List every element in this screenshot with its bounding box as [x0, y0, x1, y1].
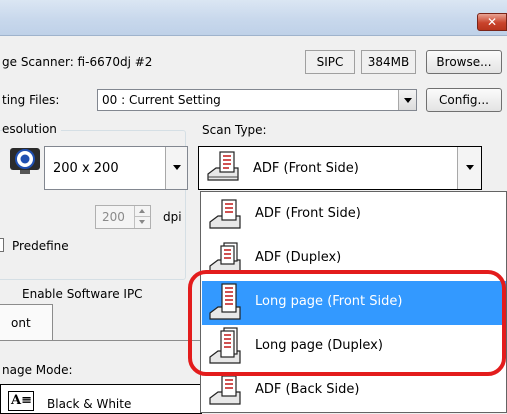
resolution-value: 200 x 200 — [53, 161, 119, 176]
resolution-arrow[interactable] — [165, 147, 187, 189]
image-mode-value: Black & White — [47, 397, 132, 411]
scan-type-option-adf-front[interactable]: ADF (Front Side) — [202, 193, 506, 237]
spin-down-button[interactable] — [134, 217, 150, 228]
scan-type-selected: ADF (Front Side) — [253, 161, 359, 176]
config-button[interactable]: Config... — [426, 88, 502, 112]
scan-type-option-adf-duplex[interactable]: ADF (Duplex) — [202, 237, 506, 281]
software-ipc-label: Enable Software IPC — [22, 287, 143, 301]
scanner-icon — [208, 242, 242, 279]
custom-dpi-value: 200 — [102, 210, 125, 224]
option-label: ADF (Duplex) — [255, 250, 342, 265]
sipc-indicator: SIPC — [305, 50, 355, 74]
setting-files-value: 00 : Current Setting — [102, 93, 221, 107]
option-label: Long page (Duplex) — [255, 338, 383, 353]
spin-up-button[interactable] — [134, 206, 150, 217]
setting-files-label: ting Files: — [2, 93, 60, 107]
scan-type-label: Scan Type: — [202, 123, 267, 137]
scan-type-option-long-duplex[interactable]: Long page (Duplex) — [202, 325, 506, 369]
title-bar: ✕ — [0, 0, 507, 36]
dpi-unit-label: dpi — [163, 210, 182, 224]
tab-divider — [0, 340, 202, 341]
scanner-icon — [206, 150, 240, 187]
option-label: ADF (Front Side) — [255, 206, 361, 221]
scan-type-arrow[interactable] — [457, 147, 481, 189]
predefine-radio[interactable] — [0, 238, 4, 252]
tab-front[interactable]: ont — [0, 304, 53, 340]
dropdown-arrow-icon — [173, 165, 181, 170]
setting-files-arrow[interactable] — [398, 90, 416, 110]
scanner-icon — [208, 283, 242, 326]
option-label: ADF (Back Side) — [255, 382, 360, 397]
black-white-icon: A≡ — [8, 391, 34, 411]
scanner-icon — [208, 374, 242, 411]
dropdown-arrow-icon — [466, 165, 474, 170]
resolution-group-label: esolution — [2, 122, 61, 136]
scan-type-option-long-front[interactable]: Long page (Front Side) — [202, 281, 506, 325]
spin-up-icon — [139, 209, 145, 213]
tab-front-label: ont — [11, 316, 31, 330]
browse-button[interactable]: Browse... — [426, 50, 502, 74]
scan-type-option-adf-back[interactable]: ADF (Back Side) — [202, 369, 506, 413]
monitor-icon — [6, 146, 44, 176]
custom-dpi-spinner[interactable]: 200 — [95, 205, 151, 229]
scanner-label: ge Scanner: fi-6670dj #2 — [2, 55, 153, 69]
scan-type-select[interactable]: ADF (Front Side) — [198, 146, 482, 190]
predefine-label: Predefine — [12, 239, 69, 253]
scanner-icon — [208, 327, 242, 370]
close-button[interactable]: ✕ — [477, 13, 507, 31]
spin-down-icon — [139, 220, 145, 224]
image-mode-select[interactable]: A≡ Black & White — [0, 384, 202, 414]
option-label: Long page (Front Side) — [255, 294, 403, 309]
close-icon: ✕ — [486, 15, 498, 29]
setting-files-select[interactable]: 00 : Current Setting — [97, 89, 417, 111]
dropdown-arrow-icon — [404, 98, 412, 103]
image-mode-label: nage Mode: — [2, 363, 73, 377]
scanner-icon — [208, 198, 242, 235]
memory-indicator: 384MB — [361, 50, 416, 74]
resolution-select[interactable]: 200 x 200 — [44, 146, 188, 190]
